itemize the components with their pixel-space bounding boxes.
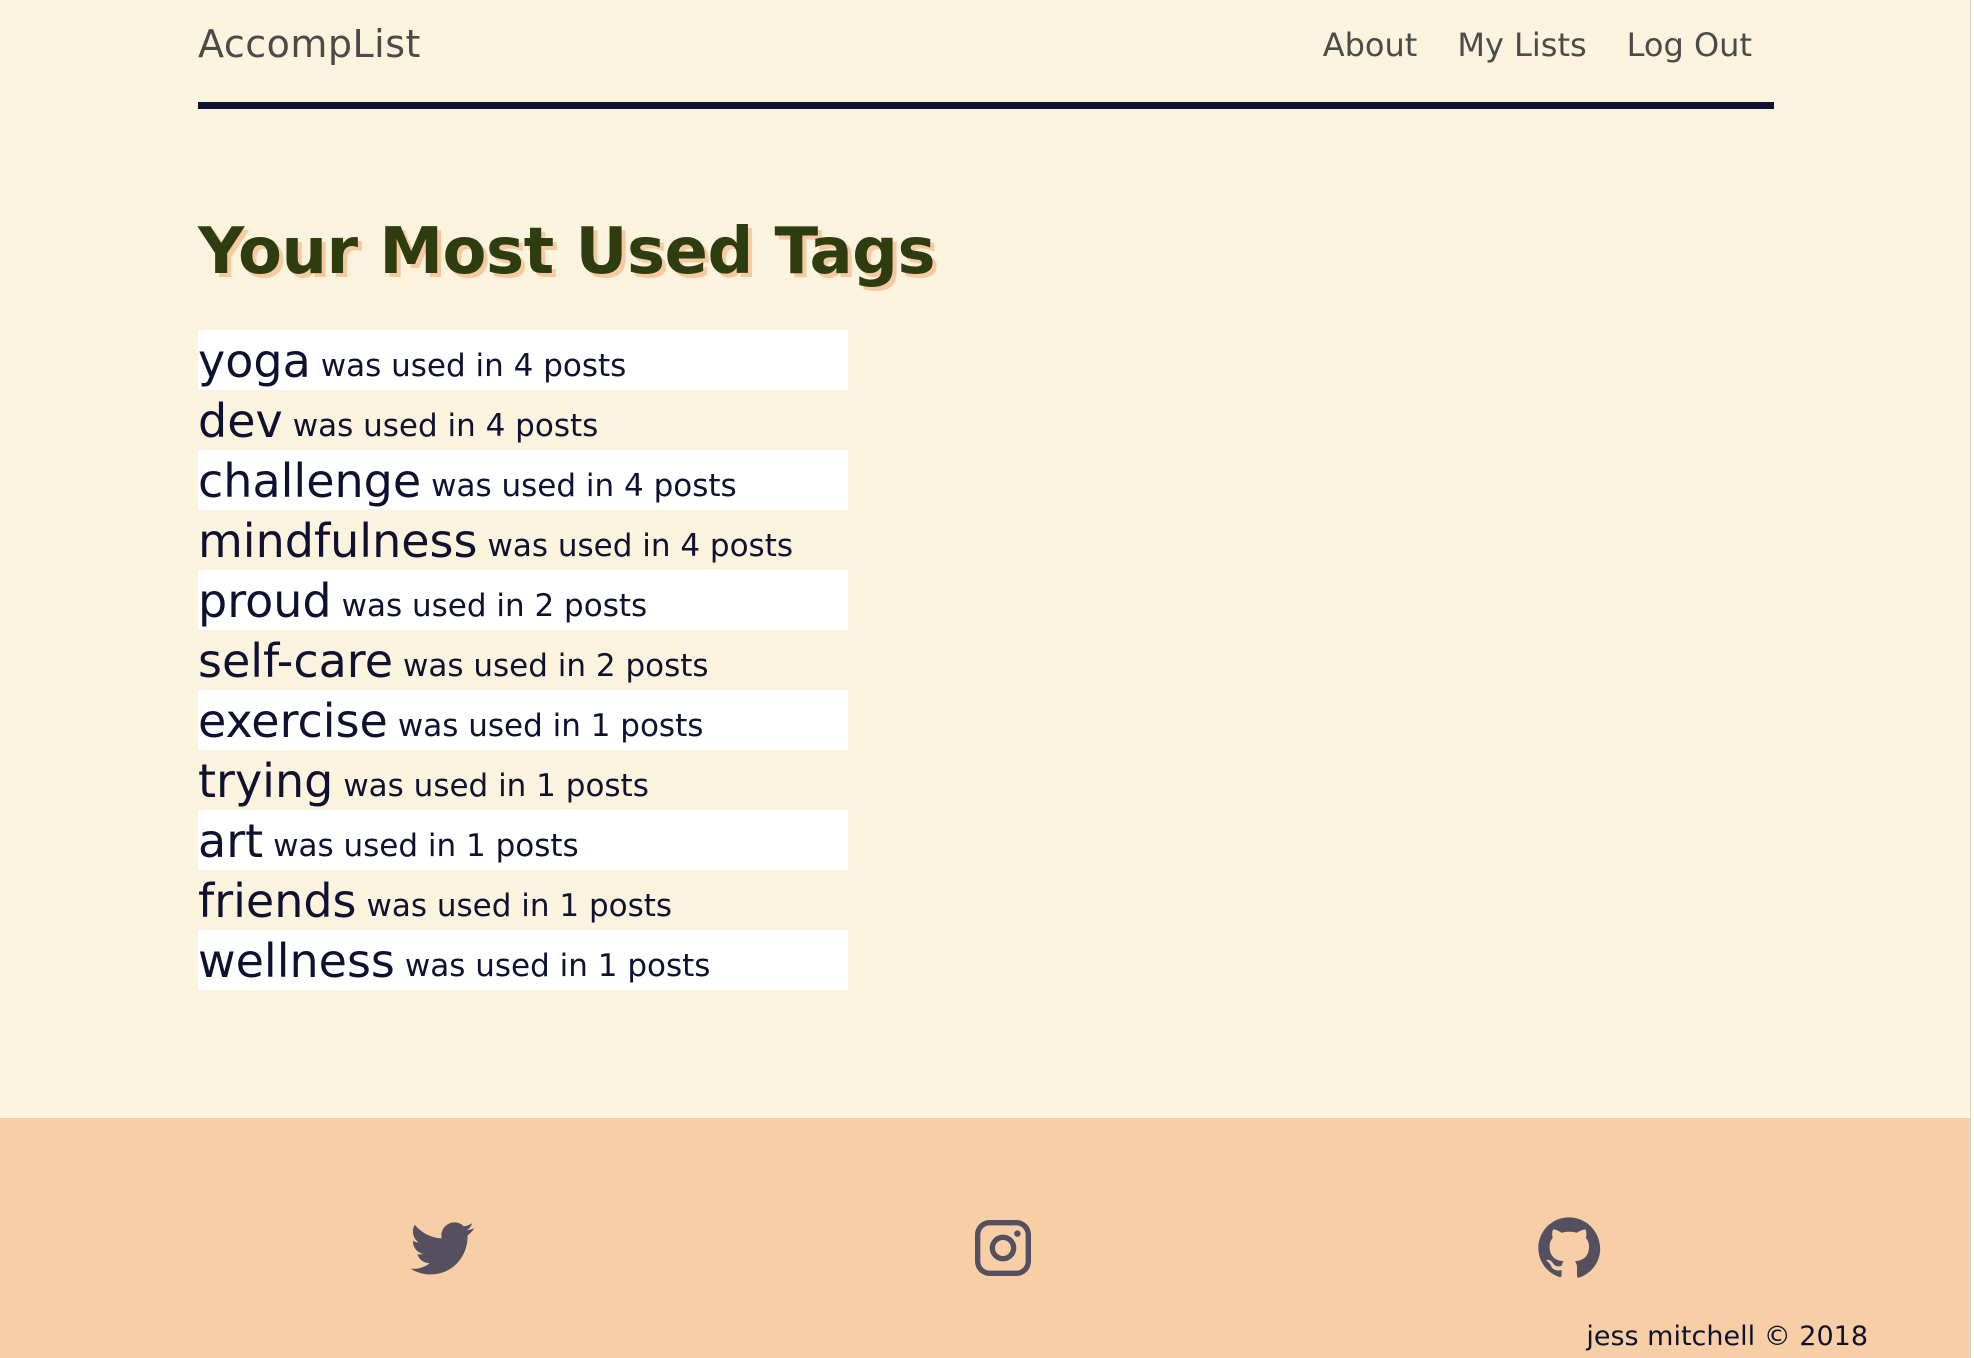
tag-list-item: mindfulness was used in 4 posts [198, 510, 848, 570]
tag-list-item: wellness was used in 1 posts [198, 930, 848, 990]
twitter-icon-graphic [411, 1222, 474, 1275]
brand-logo-link[interactable]: AccompList [198, 22, 421, 66]
nav-about-link[interactable]: About [1323, 26, 1418, 64]
tag-name: exercise [198, 694, 388, 748]
tag-list-item: trying was used in 1 posts [198, 750, 848, 810]
nav-log-out-link[interactable]: Log Out [1627, 26, 1752, 64]
tag-usage-count: was used in 2 posts [403, 648, 709, 684]
tag-usage-count: was used in 1 posts [397, 708, 704, 744]
tag-list-item: yoga was used in 4 posts [198, 330, 848, 390]
tag-usage-count: was used in 4 posts [487, 528, 794, 564]
tag-list-item: art was used in 1 posts [198, 810, 848, 870]
tag-name: dev [198, 394, 283, 448]
tag-name: challenge [198, 454, 422, 508]
instagram-icon-graphic [975, 1220, 1031, 1276]
nav-my-lists-link[interactable]: My Lists [1457, 26, 1586, 64]
site-footer: jess mitchell © 2018 [0, 1118, 1970, 1358]
tag-name: proud [198, 574, 332, 628]
copyright-text: jess mitchell © 2018 [1586, 1321, 1868, 1352]
twitter-icon[interactable] [411, 1216, 475, 1280]
tag-list-item: challenge was used in 4 posts [198, 450, 848, 510]
tag-list-item: proud was used in 2 posts [198, 570, 848, 630]
page: AccompList About My Lists Log Out Your M… [0, 0, 1970, 1358]
top-bar: AccompList About My Lists Log Out [198, 0, 1774, 110]
tag-name: art [198, 814, 264, 868]
github-icon[interactable] [1537, 1216, 1601, 1280]
tag-usage-count: was used in 2 posts [341, 588, 648, 624]
tag-usage-count: was used in 4 posts [431, 468, 737, 504]
tag-list: yoga was used in 4 posts dev was used in… [198, 330, 848, 990]
tag-usage-count: was used in 1 posts [366, 888, 673, 924]
tag-list-item: exercise was used in 1 posts [198, 690, 848, 750]
tag-name: friends [198, 874, 357, 928]
tag-list-item: self-care was used in 2 posts [198, 630, 848, 690]
tag-name: wellness [198, 934, 395, 988]
tag-usage-count: was used in 4 posts [292, 408, 599, 444]
tag-list-item: friends was used in 1 posts [198, 870, 848, 930]
tag-name: yoga [198, 334, 311, 388]
tag-usage-count: was used in 1 posts [404, 948, 711, 984]
github-icon-graphic [1538, 1217, 1601, 1278]
header-divider [198, 102, 1774, 109]
tag-name: mindfulness [198, 514, 478, 568]
tag-list-item: dev was used in 4 posts [198, 390, 848, 450]
instagram-icon[interactable] [971, 1216, 1035, 1280]
tag-name: self-care [198, 634, 394, 688]
tag-name: trying [198, 754, 334, 808]
window-scrollbar-edge [1970, 0, 1974, 1358]
tag-usage-count: was used in 1 posts [273, 828, 579, 864]
main-nav: About My Lists Log Out [1323, 26, 1752, 64]
page-title: Your Most Used Tags [198, 215, 936, 289]
tag-usage-count: was used in 1 posts [343, 768, 649, 804]
tag-usage-count: was used in 4 posts [320, 348, 627, 384]
